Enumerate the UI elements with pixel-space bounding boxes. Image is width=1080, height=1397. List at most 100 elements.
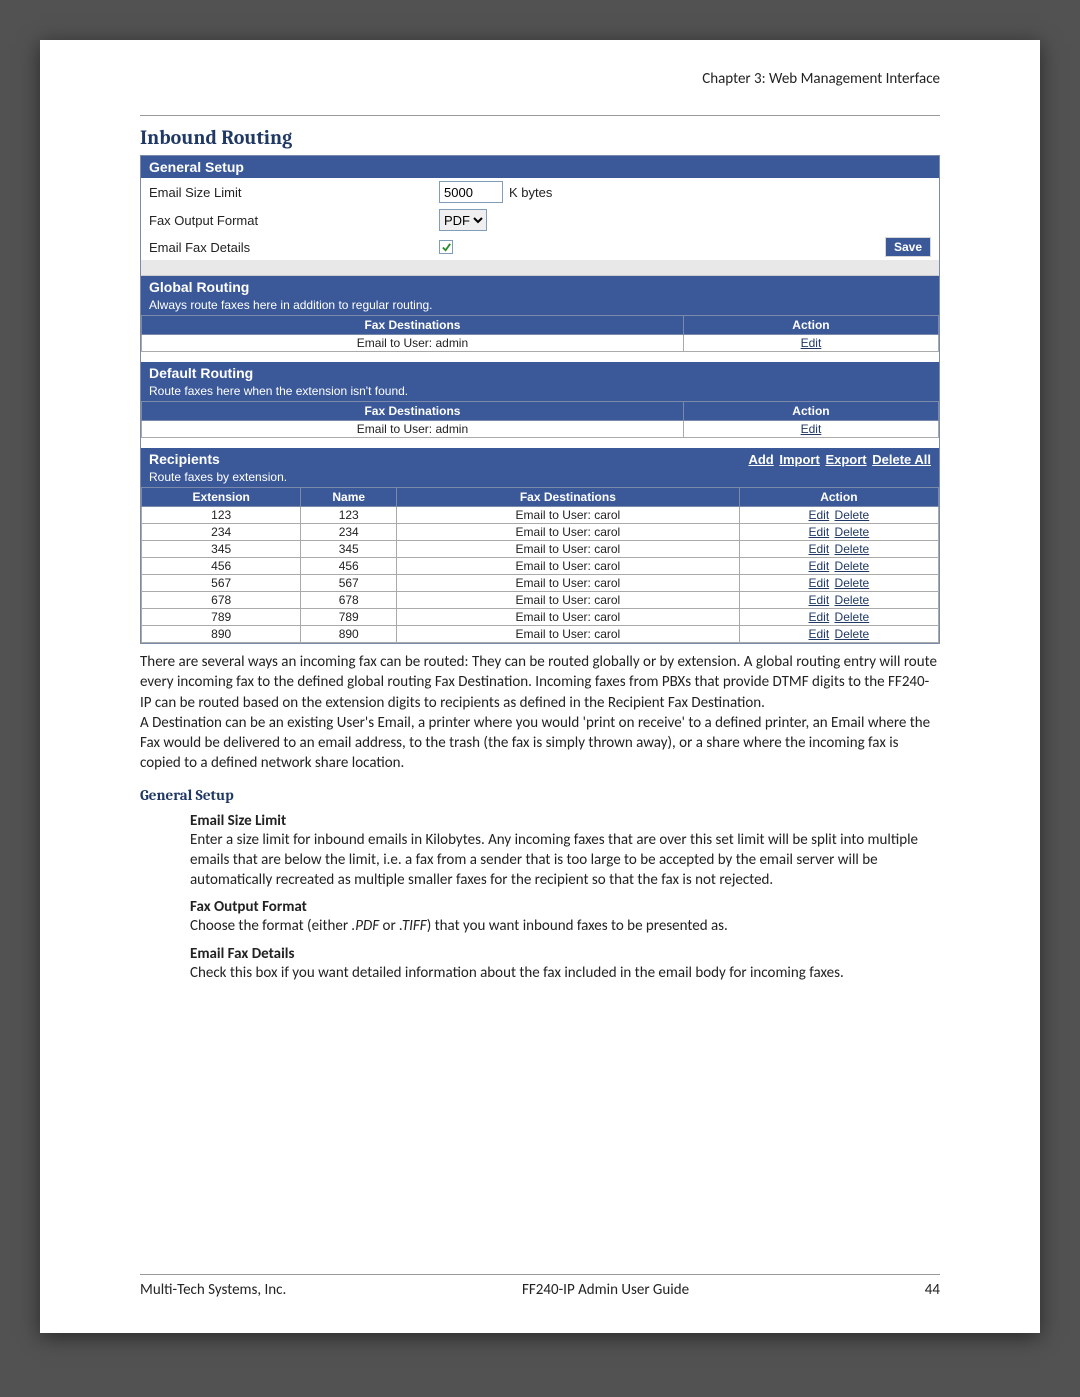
col-action: Action — [683, 316, 938, 335]
delete-link[interactable]: Delete — [835, 576, 870, 590]
cell-extension: 234 — [142, 524, 301, 541]
delete-link[interactable]: Delete — [835, 525, 870, 539]
body-paragraph-2: A Destination can be an existing User's … — [140, 713, 940, 774]
cell-name: 890 — [301, 626, 397, 643]
edit-link[interactable]: Edit — [809, 593, 830, 607]
page-footer: Multi-Tech Systems, Inc. FF240-IP Admin … — [140, 1274, 940, 1299]
delete-link[interactable]: Delete — [835, 627, 870, 641]
field-descriptions: Email Size Limit Enter a size limit for … — [190, 812, 940, 983]
edit-link[interactable]: Edit — [801, 422, 822, 436]
cell-fax-dest: Email to User: carol — [397, 626, 740, 643]
global-routing-header: Global Routing — [141, 276, 939, 298]
field-title-fax-output: Fax Output Format — [190, 898, 940, 916]
field-desc-fax-output: Choose the format (either .PDF or .TIFF)… — [190, 916, 940, 936]
general-setup-panel: General Setup Email Size Limit K bytes F… — [140, 155, 940, 644]
col-action: Action — [739, 488, 938, 507]
default-routing-subtext: Route faxes here when the extension isn'… — [141, 384, 939, 401]
cell-extension: 678 — [142, 592, 301, 609]
recipients-header: Recipients — [149, 451, 220, 467]
delete-link[interactable]: Delete — [835, 610, 870, 624]
table-row: Email to User: admin Edit — [142, 421, 939, 438]
col-fax-destinations: Fax Destinations — [397, 488, 740, 507]
import-link[interactable]: Import — [779, 452, 819, 467]
table-row: 234234Email to User: carolEdit Delete — [142, 524, 939, 541]
footer-page-number: 44 — [925, 1281, 940, 1299]
export-link[interactable]: Export — [825, 452, 866, 467]
edit-link[interactable]: Edit — [809, 610, 830, 624]
cell-name: 678 — [301, 592, 397, 609]
col-fax-destinations: Fax Destinations — [142, 402, 684, 421]
recipients-subtext: Route faxes by extension. — [141, 470, 939, 487]
cell-fax-dest: Email to User: carol — [397, 609, 740, 626]
edit-link[interactable]: Edit — [809, 576, 830, 590]
body-paragraph-1: There are several ways an incoming fax c… — [140, 652, 940, 713]
cell-name: 123 — [301, 507, 397, 524]
cell-fax-dest: Email to User: carol — [397, 507, 740, 524]
cell-extension: 123 — [142, 507, 301, 524]
table-row: 678678Email to User: carolEdit Delete — [142, 592, 939, 609]
chapter-header: Chapter 3: Web Management Interface — [140, 70, 940, 90]
page-title: Inbound Routing — [140, 126, 940, 149]
cell-fax-dest: Email to User: carol — [397, 558, 740, 575]
cell-fax-dest: Email to User: carol — [397, 575, 740, 592]
cell-name: 456 — [301, 558, 397, 575]
email-fax-details-checkbox[interactable] — [439, 240, 453, 254]
col-fax-destinations: Fax Destinations — [142, 316, 684, 335]
check-icon — [441, 242, 452, 253]
field-desc-email-fax-details: Check this box if you want detailed info… — [190, 963, 940, 983]
edit-link[interactable]: Edit — [809, 559, 830, 573]
field-title-email-size: Email Size Limit — [190, 812, 940, 830]
default-routing-header: Default Routing — [141, 362, 939, 384]
recipients-table: Extension Name Fax Destinations Action 1… — [141, 487, 939, 643]
delete-link[interactable]: Delete — [835, 593, 870, 607]
edit-link[interactable]: Edit — [809, 542, 830, 556]
cell-extension: 567 — [142, 575, 301, 592]
cell-extension: 345 — [142, 541, 301, 558]
email-size-unit: K bytes — [509, 185, 552, 200]
cell-fax-dest: Email to User: admin — [142, 335, 684, 352]
general-setup-header: General Setup — [141, 156, 939, 178]
table-row: 789789Email to User: carolEdit Delete — [142, 609, 939, 626]
header-rule — [140, 115, 940, 116]
col-action: Action — [683, 402, 938, 421]
panel-spacer — [141, 260, 939, 276]
cell-fax-dest: Email to User: carol — [397, 592, 740, 609]
table-row: 567567Email to User: carolEdit Delete — [142, 575, 939, 592]
cell-extension: 456 — [142, 558, 301, 575]
delete-link[interactable]: Delete — [835, 559, 870, 573]
global-routing-table: Fax Destinations Action Email to User: a… — [141, 315, 939, 352]
cell-extension: 789 — [142, 609, 301, 626]
edit-link[interactable]: Edit — [809, 525, 830, 539]
table-row: Email to User: admin Edit — [142, 335, 939, 352]
default-routing-table: Fax Destinations Action Email to User: a… — [141, 401, 939, 438]
delete-all-link[interactable]: Delete All — [872, 452, 931, 467]
cell-fax-dest: Email to User: carol — [397, 541, 740, 558]
global-routing-subtext: Always route faxes here in addition to r… — [141, 298, 939, 315]
delete-link[interactable]: Delete — [835, 508, 870, 522]
table-row: 890890Email to User: carolEdit Delete — [142, 626, 939, 643]
cell-name: 234 — [301, 524, 397, 541]
delete-link[interactable]: Delete — [835, 542, 870, 556]
email-fax-details-label: Email Fax Details — [149, 240, 439, 255]
add-link[interactable]: Add — [748, 452, 773, 467]
edit-link[interactable]: Edit — [801, 336, 822, 350]
table-row: 456456Email to User: carolEdit Delete — [142, 558, 939, 575]
cell-name: 567 — [301, 575, 397, 592]
fax-output-label: Fax Output Format — [149, 213, 439, 228]
cell-fax-dest: Email to User: admin — [142, 421, 684, 438]
cell-extension: 890 — [142, 626, 301, 643]
recipients-header-bar: Recipients Add Import Export Delete All — [141, 448, 939, 470]
col-extension: Extension — [142, 488, 301, 507]
edit-link[interactable]: Edit — [809, 627, 830, 641]
field-title-email-fax-details: Email Fax Details — [190, 945, 940, 963]
cell-name: 345 — [301, 541, 397, 558]
edit-link[interactable]: Edit — [809, 508, 830, 522]
col-name: Name — [301, 488, 397, 507]
fax-output-select[interactable]: PDF — [439, 209, 487, 231]
save-button[interactable]: Save — [885, 237, 931, 257]
email-size-input[interactable] — [439, 181, 503, 203]
field-desc-email-size: Enter a size limit for inbound emails in… — [190, 830, 940, 891]
table-row: 345345Email to User: carolEdit Delete — [142, 541, 939, 558]
cell-name: 789 — [301, 609, 397, 626]
email-size-label: Email Size Limit — [149, 185, 439, 200]
